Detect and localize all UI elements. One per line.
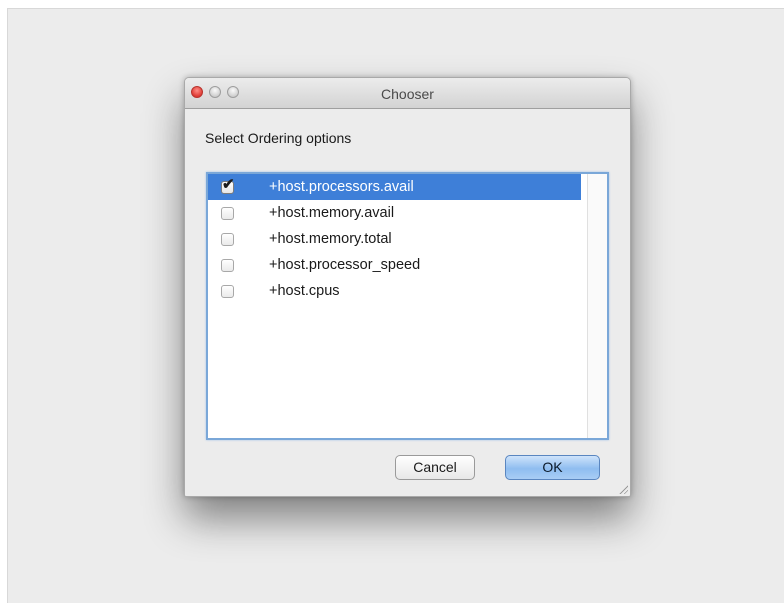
list-item-cpus[interactable]: +host.cpus (208, 278, 581, 304)
option-label: +host.processor_speed (269, 257, 421, 273)
option-checkbox-memory-avail[interactable] (221, 206, 234, 220)
checkmark-icon: ✔ (222, 175, 235, 193)
cancel-button[interactable]: Cancel (395, 455, 475, 480)
option-checkbox-processor-speed[interactable] (221, 258, 234, 272)
list-item-memory-avail[interactable]: +host.memory.avail (208, 200, 581, 226)
desktop-background: Chooser Select Ordering options ✔ +host.… (7, 8, 784, 603)
list-item-processor-speed[interactable]: +host.processor_speed (208, 252, 581, 278)
option-checkbox-memory-total[interactable] (221, 232, 234, 246)
chooser-window: Chooser Select Ordering options ✔ +host.… (184, 77, 631, 497)
option-label: +host.memory.avail (269, 205, 395, 221)
list-item-processors-avail[interactable]: ✔ +host.processors.avail (208, 174, 581, 200)
ok-button[interactable]: OK (505, 455, 600, 480)
option-label: +host.memory.total (269, 231, 392, 247)
option-label: +host.processors.avail (269, 179, 414, 195)
options-list[interactable]: ✔ +host.processors.avail +host.memory.av… (206, 172, 609, 440)
title-bar[interactable]: Chooser (185, 78, 630, 109)
option-label: +host.cpus (269, 283, 340, 299)
option-checkbox-processors-avail[interactable]: ✔ (221, 177, 235, 194)
dialog-prompt: Select Ordering options (205, 130, 352, 146)
list-item-memory-total[interactable]: +host.memory.total (208, 226, 581, 252)
resize-grip-icon[interactable] (618, 484, 628, 494)
option-checkbox-cpus[interactable] (221, 284, 234, 298)
list-scrollbar[interactable] (587, 174, 607, 438)
window-title: Chooser (381, 86, 434, 102)
